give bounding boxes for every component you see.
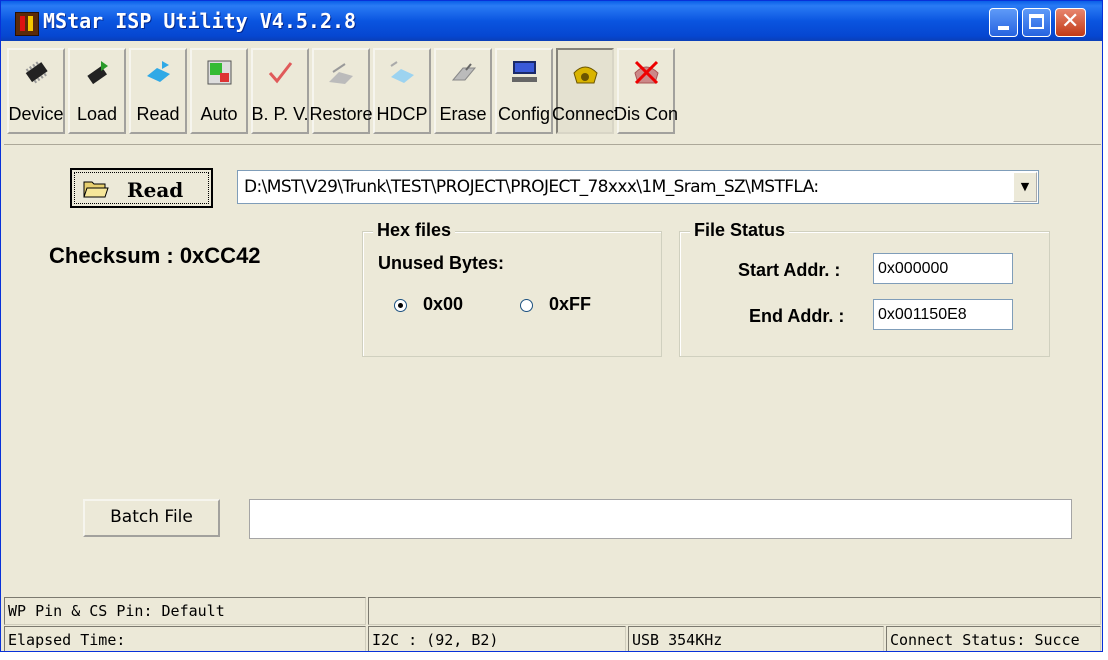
hdcp-icon: [390, 61, 414, 83]
read-chip-icon: [147, 61, 170, 82]
hdcp-label: HDCP: [376, 104, 428, 124]
bpv-button[interactable]: B. P. V.: [251, 48, 309, 134]
end-addr-field[interactable]: [873, 299, 1013, 330]
unused-bytes-label: Unused Bytes:: [378, 253, 505, 273]
read-file-button[interactable]: Read: [70, 168, 213, 208]
status-usb: USB 354KHz: [628, 626, 884, 651]
auto-icon: [207, 60, 232, 85]
radio-0xff-label[interactable]: 0xFF: [549, 294, 591, 315]
connect-button[interactable]: Connect: [552, 48, 619, 134]
hex-files-legend: Hex files: [373, 220, 456, 241]
hex-files-group: Hex files Unused Bytes: 0x00 0xFF: [362, 220, 662, 357]
erase-button[interactable]: Erase: [434, 48, 492, 134]
minimize-button[interactable]: [989, 8, 1018, 37]
load-label: Load: [76, 104, 118, 124]
chip-icon: [25, 61, 48, 84]
check-icon: [268, 62, 293, 84]
read-tool-button[interactable]: Read: [129, 48, 187, 134]
device-label: Device: [8, 104, 64, 124]
auto-label: Auto: [200, 104, 238, 124]
close-icon: ✕: [1061, 9, 1080, 34]
load-chip-icon: [87, 61, 108, 85]
toolbar: Device Load Read Auto B. P. V. Restore H…: [4, 43, 1101, 141]
dropdown-arrow-icon[interactable]: ▼: [1013, 172, 1037, 202]
erase-label: Erase: [439, 104, 487, 124]
end-addr-label: End Addr. :: [749, 306, 845, 326]
status-connect: Connect Status: Succe: [886, 626, 1101, 651]
batch-file-button[interactable]: Batch File: [83, 499, 220, 537]
status-elapsed: Elapsed Time:: [4, 626, 366, 651]
phone-icon: [573, 66, 598, 84]
window-title: MStar ISP Utility V4.5.2.8: [43, 9, 357, 33]
load-button[interactable]: Load: [68, 48, 126, 134]
batch-file-input[interactable]: [250, 500, 1075, 540]
restore-icon: [329, 63, 353, 84]
folder-open-icon: [83, 181, 109, 198]
mstar-logo-icon: [15, 12, 39, 36]
close-button[interactable]: ✕: [1055, 8, 1086, 37]
file-path-dropdown[interactable]: ▼: [237, 170, 1039, 204]
radio-0x00[interactable]: [394, 299, 407, 312]
start-addr-input[interactable]: [874, 254, 1012, 283]
radio-0x00-label[interactable]: 0x00: [423, 294, 463, 315]
computer-icon: [512, 61, 537, 82]
title-bar[interactable]: MStar ISP Utility V4.5.2.8 ✕: [1, 1, 1102, 41]
config-label: Config: [497, 104, 551, 124]
minimize-icon: [998, 26, 1009, 30]
checksum-text: Checksum : 0xCC42: [49, 243, 261, 268]
read-file-label: Read: [127, 178, 184, 202]
file-path-input[interactable]: [240, 173, 1020, 201]
maximize-button[interactable]: [1022, 8, 1051, 37]
bpv-label: B. P. V.: [251, 104, 309, 124]
disconnect-label: Dis Con: [613, 104, 679, 124]
main-panel: Read ▼ Checksum : 0xCC42 Hex files Unuse…: [4, 144, 1101, 588]
radio-0xff[interactable]: [520, 299, 533, 312]
end-addr-input[interactable]: [874, 300, 1012, 329]
device-button[interactable]: Device: [7, 48, 65, 134]
status-wp-cs: WP Pin & CS Pin: Default: [4, 597, 366, 625]
start-addr-field[interactable]: [873, 253, 1013, 284]
app-window: MStar ISP Utility V4.5.2.8 ✕ Device Load…: [0, 0, 1103, 652]
disconnect-icon: [634, 60, 659, 85]
batch-file-field[interactable]: [249, 499, 1075, 540]
connect-label: Connect: [552, 104, 620, 124]
file-status-legend: File Status: [690, 220, 790, 241]
status-wp-extra: [368, 597, 1101, 625]
config-button[interactable]: Config: [495, 48, 553, 134]
file-status-group: File Status Start Addr. : End Addr. :: [679, 220, 1050, 357]
read-tool-label: Read: [136, 104, 180, 124]
restore-button[interactable]: Restore: [309, 48, 373, 134]
start-addr-label: Start Addr. :: [738, 260, 841, 280]
restore-label: Restore: [309, 104, 373, 124]
auto-button[interactable]: Auto: [190, 48, 248, 134]
maximize-icon: [1029, 14, 1044, 29]
status-i2c: I2C : (92, B2): [368, 626, 626, 651]
hdcp-button[interactable]: HDCP: [373, 48, 431, 134]
disconnect-button[interactable]: Dis Con: [614, 48, 678, 134]
eraser-icon: [451, 63, 477, 81]
